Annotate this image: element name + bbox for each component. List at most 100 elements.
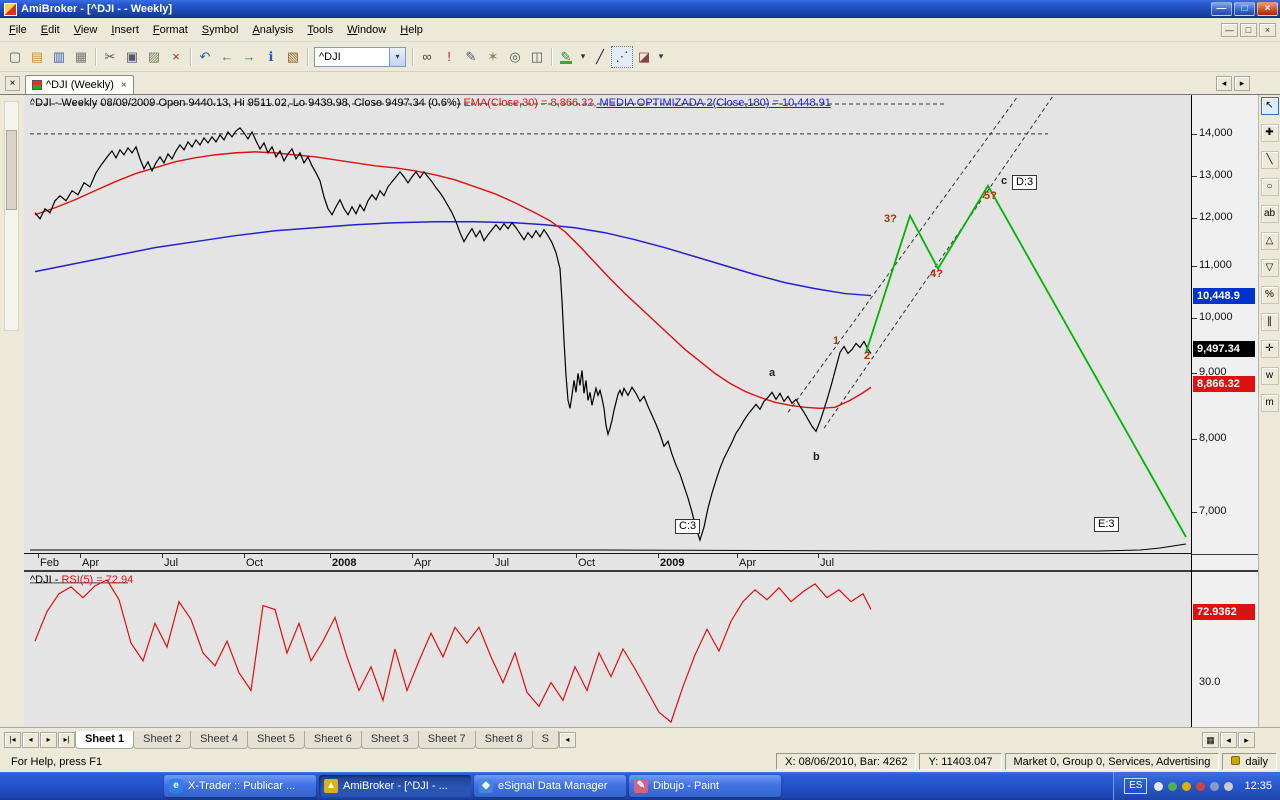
tab-scroll-left-button[interactable]: ◂: [1216, 76, 1232, 91]
wave-w-icon[interactable]: w: [1261, 367, 1279, 385]
paste-icon[interactable]: ▨: [143, 46, 165, 68]
sheet-tab-3[interactable]: Sheet 4: [190, 731, 248, 749]
wizard-icon[interactable]: ✶: [482, 46, 504, 68]
menu-edit[interactable]: Edit: [34, 21, 67, 39]
menu-insert[interactable]: Insert: [104, 21, 146, 39]
tray-icon-2[interactable]: [1168, 782, 1177, 791]
left-scrollbar[interactable]: [4, 101, 19, 331]
triangle-up-icon[interactable]: △: [1261, 232, 1279, 250]
rsi-pane[interactable]: ^DJI - RSI(5) = 72.94: [24, 570, 1191, 727]
sheet-nav-button-1[interactable]: ◂: [22, 732, 39, 748]
save-icon[interactable]: ▥: [48, 46, 70, 68]
sheet-scroll-left-button[interactable]: ◂: [559, 732, 576, 748]
analysis-icon[interactable]: ∞: [416, 46, 438, 68]
menu-file[interactable]: File: [2, 21, 34, 39]
mdi-close-button[interactable]: ×: [1259, 23, 1276, 37]
sheet-tab-7[interactable]: Sheet 7: [418, 731, 476, 749]
tray-icon-1[interactable]: [1154, 782, 1163, 791]
pointer-icon[interactable]: ↖: [1261, 97, 1279, 115]
sheet-nav-button-2[interactable]: ▸: [40, 732, 57, 748]
sheet-tab-5[interactable]: Sheet 6: [304, 731, 362, 749]
chevron-down-icon[interactable]: ▾: [389, 48, 405, 66]
chart-tab[interactable]: ^DJI (Weekly) ×: [25, 75, 134, 94]
explore-icon[interactable]: ◎: [504, 46, 526, 68]
menu-view[interactable]: View: [67, 21, 105, 39]
x-tick: [493, 554, 494, 558]
tray-icon-4[interactable]: [1196, 782, 1205, 791]
sheet-nav-button-3[interactable]: ▸|: [58, 732, 75, 748]
tray-icon-5[interactable]: [1210, 782, 1219, 791]
edit-formula-icon[interactable]: ✎: [460, 46, 482, 68]
wave-box-C-3: C:3: [675, 519, 700, 534]
menu-format[interactable]: Format: [146, 21, 195, 39]
y-tick: [1192, 176, 1197, 177]
text-tool-icon[interactable]: ab: [1261, 205, 1279, 223]
new-icon[interactable]: ▢: [4, 46, 26, 68]
status-interval-panel[interactable]: daily: [1222, 753, 1277, 770]
cut-icon[interactable]: ✂: [99, 46, 121, 68]
print-icon[interactable]: ▦: [70, 46, 92, 68]
undo-icon[interactable]: ↶: [194, 46, 216, 68]
eraser-icon[interactable]: ◪: [633, 46, 655, 68]
sheet-nav-button-0[interactable]: |◂: [4, 732, 21, 748]
menu-analysis[interactable]: Analysis: [245, 21, 300, 39]
tray-icon-3[interactable]: [1182, 782, 1191, 791]
forward-icon[interactable]: →: [238, 46, 260, 68]
wave-label-3q: 3?: [884, 213, 897, 225]
left-scrollbar-thumb[interactable]: [6, 130, 17, 210]
hand-icon[interactable]: ✛: [1261, 340, 1279, 358]
menu-help[interactable]: Help: [393, 21, 430, 39]
symbol-combobox[interactable]: ^DJI▾: [314, 47, 406, 67]
copy-icon[interactable]: ▣: [121, 46, 143, 68]
taskbar-button-1[interactable]: eX-Trader :: Publicar ...: [164, 775, 316, 797]
mdi-minimize-button[interactable]: —: [1221, 23, 1238, 37]
sheet-tab-1[interactable]: Sheet 1: [75, 731, 134, 749]
parameters-icon[interactable]: ▧: [282, 46, 304, 68]
crosshair-icon[interactable]: ✚: [1261, 124, 1279, 142]
wave-m-icon[interactable]: m: [1261, 394, 1279, 412]
sheet-tab-2[interactable]: Sheet 2: [133, 731, 191, 749]
panes-grid-button[interactable]: ▦: [1202, 732, 1219, 748]
menu-tools[interactable]: Tools: [300, 21, 340, 39]
maximize-button[interactable]: □: [1234, 2, 1255, 16]
info-icon[interactable]: ℹ: [260, 46, 282, 68]
taskbar-button-4[interactable]: ✎Dibujo - Paint: [629, 775, 781, 797]
minimize-button[interactable]: —: [1211, 2, 1232, 16]
tab-scroll-right-button[interactable]: ▸: [1234, 76, 1250, 91]
menu-window[interactable]: Window: [340, 21, 393, 39]
hscroll-left-button[interactable]: ◂: [1220, 732, 1237, 748]
back-icon[interactable]: ←: [216, 46, 238, 68]
sheet-tab-6[interactable]: Sheet 3: [361, 731, 419, 749]
exclaim-icon[interactable]: !: [438, 46, 460, 68]
language-indicator[interactable]: ES: [1124, 778, 1147, 794]
line-tool-icon[interactable]: ╱: [589, 46, 611, 68]
sheet-tab-8[interactable]: Sheet 8: [475, 731, 533, 749]
taskbar-button-2[interactable]: ▲AmiBroker - [^DJI - ...: [319, 775, 471, 797]
highlight-dropdown-icon[interactable]: ▾: [577, 46, 589, 68]
price-pane[interactable]: ^DJI - Weekly 08/09/2009 Open 9440.13, H…: [24, 95, 1191, 553]
tool-dropdown-icon[interactable]: ▾: [655, 46, 667, 68]
new-window-icon[interactable]: ◫: [526, 46, 548, 68]
trendline-icon[interactable]: ╲: [1261, 151, 1279, 169]
sheet-tab-stub[interactable]: S: [532, 731, 559, 749]
tab-close-icon[interactable]: ×: [121, 80, 127, 91]
axis-divider-1: [1192, 554, 1258, 555]
delete-icon[interactable]: ×: [165, 46, 187, 68]
open-icon[interactable]: ▤: [26, 46, 48, 68]
menu-symbol[interactable]: Symbol: [195, 21, 246, 39]
dotted-select-icon[interactable]: ⋰: [611, 46, 633, 68]
percent-icon[interactable]: %: [1261, 286, 1279, 304]
x-tick: [162, 554, 163, 558]
mdi-restore-button[interactable]: □: [1240, 23, 1257, 37]
triangle-down-icon[interactable]: ▽: [1261, 259, 1279, 277]
taskbar-button-3[interactable]: ◆eSignal Data Manager: [474, 775, 626, 797]
pane-close-button[interactable]: ×: [5, 76, 20, 91]
close-button[interactable]: ×: [1257, 2, 1278, 16]
circle-icon[interactable]: ○: [1261, 178, 1279, 196]
highlight-icon[interactable]: ✎: [555, 46, 577, 68]
taskbar-button-icon: ✎: [634, 779, 648, 793]
sheet-tab-4[interactable]: Sheet 5: [247, 731, 305, 749]
channel-icon[interactable]: ∥: [1261, 313, 1279, 331]
hscroll-right-button[interactable]: ▸: [1238, 732, 1255, 748]
tray-icon-6[interactable]: [1224, 782, 1233, 791]
